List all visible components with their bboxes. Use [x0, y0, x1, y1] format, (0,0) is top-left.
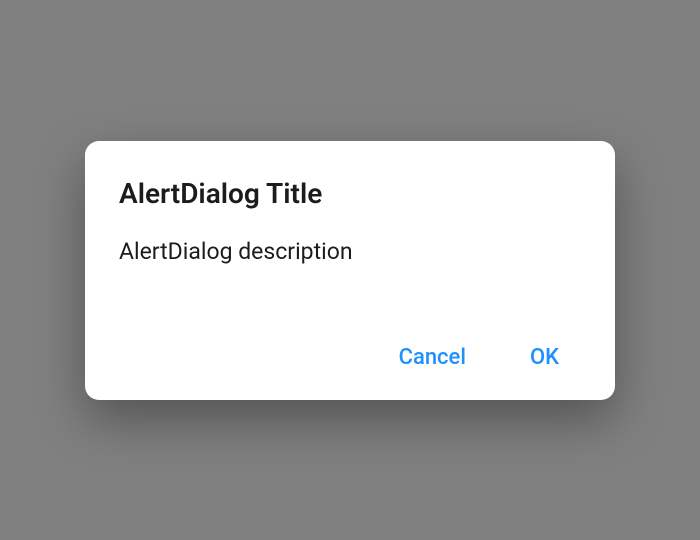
alert-dialog: AlertDialog Title AlertDialog descriptio… [85, 141, 615, 400]
cancel-button[interactable]: Cancel [399, 345, 466, 370]
ok-button[interactable]: OK [530, 345, 559, 370]
dialog-actions: Cancel OK [119, 345, 581, 376]
dialog-title: AlertDialog Title [119, 177, 581, 210]
dialog-description: AlertDialog description [119, 238, 581, 265]
